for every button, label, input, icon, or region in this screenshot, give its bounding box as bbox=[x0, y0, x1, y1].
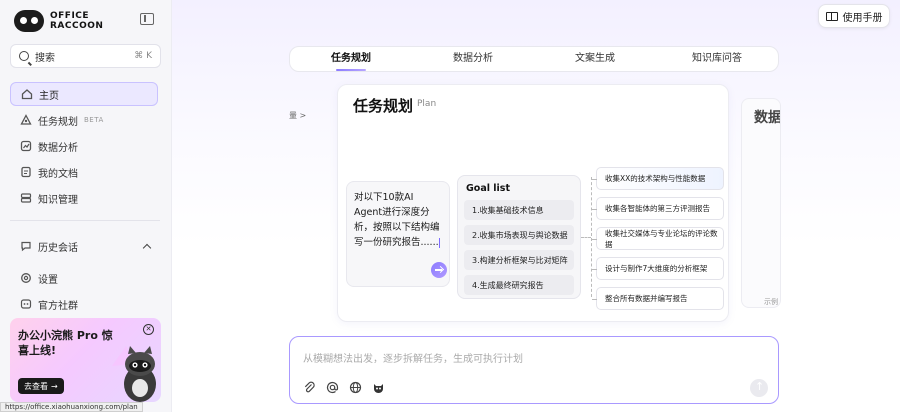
raccoon-agent-icon[interactable] bbox=[372, 381, 385, 394]
close-icon[interactable]: ✕ bbox=[143, 324, 154, 335]
history-toggle[interactable]: 历史会话 bbox=[10, 234, 158, 258]
card-subtitle: Plan bbox=[417, 99, 437, 109]
text-caret bbox=[438, 237, 441, 248]
brand-name: OFFICE RACCOON bbox=[50, 11, 103, 31]
promo-title: 办公小浣熊 Pro 惊喜上线! bbox=[18, 329, 113, 357]
prompt-input[interactable]: 从模糊想法出发，逐步拆解任务，生成可执行计划 bbox=[303, 350, 523, 365]
example-prompt: 对以下10款AI Agent进行深度分析，按照以下结构编写一份研究报告.....… bbox=[346, 181, 450, 287]
history-label: 历史会话 bbox=[38, 242, 78, 254]
tab-knowledge-qa[interactable]: 知识库问答 bbox=[656, 46, 778, 72]
task-item: 整合所有数据并编写报告 bbox=[592, 287, 724, 310]
community-icon bbox=[20, 298, 32, 310]
sidebar-collapse-icon[interactable] bbox=[140, 13, 154, 25]
sidebar-item-settings[interactable]: 设置 bbox=[10, 266, 158, 290]
sidebar-item-label: 我的文档 bbox=[38, 168, 78, 180]
sidebar-divider bbox=[10, 220, 160, 221]
promo-button-label: 去查看 bbox=[24, 381, 48, 391]
book-icon bbox=[825, 11, 838, 21]
database-icon bbox=[20, 192, 32, 204]
sidebar-item-task-planning[interactable]: 任务规划 BETA bbox=[10, 108, 158, 132]
next-card-subtitle: 示例 bbox=[764, 298, 778, 306]
beta-badge: BETA bbox=[84, 116, 104, 124]
settings-label: 设置 bbox=[38, 274, 58, 286]
next-card-title: 数据 bbox=[754, 110, 781, 126]
gear-icon bbox=[20, 272, 32, 284]
connector-line bbox=[581, 237, 591, 238]
promo-view-button[interactable]: 去查看 → bbox=[18, 378, 64, 394]
sidebar-history-section: 历史会话 设置 官方社群 bbox=[10, 234, 158, 318]
arrow-right-icon: → bbox=[51, 381, 58, 391]
search-shortcut: ⌘ K bbox=[134, 51, 152, 61]
sidebar-item-my-docs[interactable]: 我的文档 bbox=[10, 160, 158, 184]
raccoon-logo-icon bbox=[14, 10, 44, 32]
carousel-next-card[interactable]: 数据 示例 bbox=[741, 98, 781, 308]
task-planning-card: 任务规划 Plan 对以下10款AI Agent进行深度分析，按照以下结构编写一… bbox=[337, 84, 729, 322]
feature-tabs: 任务规划 数据分析 文案生成 知识库问答 bbox=[289, 46, 779, 72]
pro-promo-banner[interactable]: 办公小浣熊 Pro 惊喜上线! 去查看 → ✕ bbox=[10, 318, 161, 402]
sidebar-item-label: 数据分析 bbox=[38, 142, 78, 154]
task-item: 收集社交媒体与专业论坛的评论数据 bbox=[592, 227, 724, 250]
carousel-prev-card[interactable]: 量 > bbox=[289, 84, 333, 322]
goal-list-title: Goal list bbox=[466, 183, 511, 194]
raccoon-mascot-icon bbox=[112, 346, 156, 402]
search-icon bbox=[19, 51, 29, 61]
prev-card-peek: 量 > bbox=[289, 111, 307, 120]
goal-list: Goal list 1.收集基础技术信息 2.收集市场表现与舆论数据 3.构建分… bbox=[457, 175, 581, 299]
mention-icon[interactable] bbox=[326, 381, 339, 394]
sidebar: OFFICE RACCOON 搜索 ⌘ K 主页 任务规划 BETA 数据分析 bbox=[0, 0, 172, 412]
planning-icon bbox=[20, 114, 32, 126]
goal-item: 4.生成最终研究报告 bbox=[464, 275, 574, 295]
brand-line-1: OFFICE bbox=[50, 11, 90, 21]
globe-icon[interactable] bbox=[349, 381, 362, 394]
connector-line bbox=[591, 177, 592, 297]
brand-logo[interactable]: OFFICE RACCOON bbox=[14, 10, 103, 32]
search-label: 搜索 bbox=[35, 52, 55, 64]
sidebar-nav: 主页 任务规划 BETA 数据分析 我的文档 知识管理 bbox=[10, 82, 158, 212]
manual-label: 使用手册 bbox=[842, 12, 883, 24]
prompt-input-area[interactable]: 从模糊想法出发，逐步拆解任务，生成可执行计划 bbox=[289, 336, 779, 404]
tab-copywriting[interactable]: 文案生成 bbox=[534, 46, 656, 72]
sidebar-item-label: 主页 bbox=[39, 90, 59, 102]
community-label: 官方社群 bbox=[38, 300, 78, 312]
main-content: 使用手册 任务规划 数据分析 文案生成 知识库问答 量 > 任务规划 Plan … bbox=[172, 0, 900, 412]
task-item: 收集各智能体的第三方评测报告 bbox=[592, 197, 724, 220]
feature-carousel: 量 > 任务规划 Plan 对以下10款AI Agent进行深度分析，按照以下结… bbox=[289, 84, 781, 322]
status-bar-url: https://office.xiaohuanxiong.com/plan bbox=[0, 402, 143, 412]
task-item: 收集XX的技术架构与性能数据 bbox=[592, 167, 724, 190]
goal-item: 2.收集市场表现与舆论数据 bbox=[464, 225, 574, 245]
task-item: 设计与制作7大维度的分析框架 bbox=[592, 257, 724, 280]
sidebar-item-knowledge[interactable]: 知识管理 bbox=[10, 186, 158, 210]
paperclip-icon[interactable] bbox=[303, 381, 316, 394]
sidebar-item-label: 任务规划 bbox=[38, 116, 78, 128]
tab-task-planning[interactable]: 任务规划 bbox=[290, 46, 412, 72]
sidebar-item-community[interactable]: 官方社群 bbox=[10, 292, 158, 316]
card-title: 任务规划 bbox=[353, 97, 414, 115]
chat-history-icon bbox=[20, 240, 32, 252]
chevron-up-icon bbox=[142, 243, 152, 252]
sidebar-item-data-analysis[interactable]: 数据分析 bbox=[10, 134, 158, 158]
arrow-right-icon bbox=[431, 262, 447, 278]
user-manual-button[interactable]: 使用手册 bbox=[818, 4, 890, 28]
send-button[interactable] bbox=[750, 379, 768, 397]
search-box[interactable]: 搜索 ⌘ K bbox=[10, 44, 161, 68]
home-icon bbox=[21, 88, 33, 100]
document-icon bbox=[20, 166, 32, 178]
prompt-text: 对以下10款AI Agent进行深度分析，按照以下结构编写一份研究报告.....… bbox=[354, 192, 440, 248]
task-list: 收集XX的技术架构与性能数据 收集各智能体的第三方评测报告 收集社交媒体与专业论… bbox=[592, 167, 724, 317]
goal-item: 3.构建分析框架与比对矩阵 bbox=[464, 250, 574, 270]
chart-icon bbox=[20, 140, 32, 152]
brand-line-2: RACCOON bbox=[50, 21, 104, 31]
goal-item: 1.收集基础技术信息 bbox=[464, 200, 574, 220]
tab-data-analysis[interactable]: 数据分析 bbox=[412, 46, 534, 72]
sidebar-item-home[interactable]: 主页 bbox=[10, 82, 158, 106]
input-toolbar bbox=[303, 381, 385, 394]
sidebar-item-label: 知识管理 bbox=[38, 194, 78, 206]
